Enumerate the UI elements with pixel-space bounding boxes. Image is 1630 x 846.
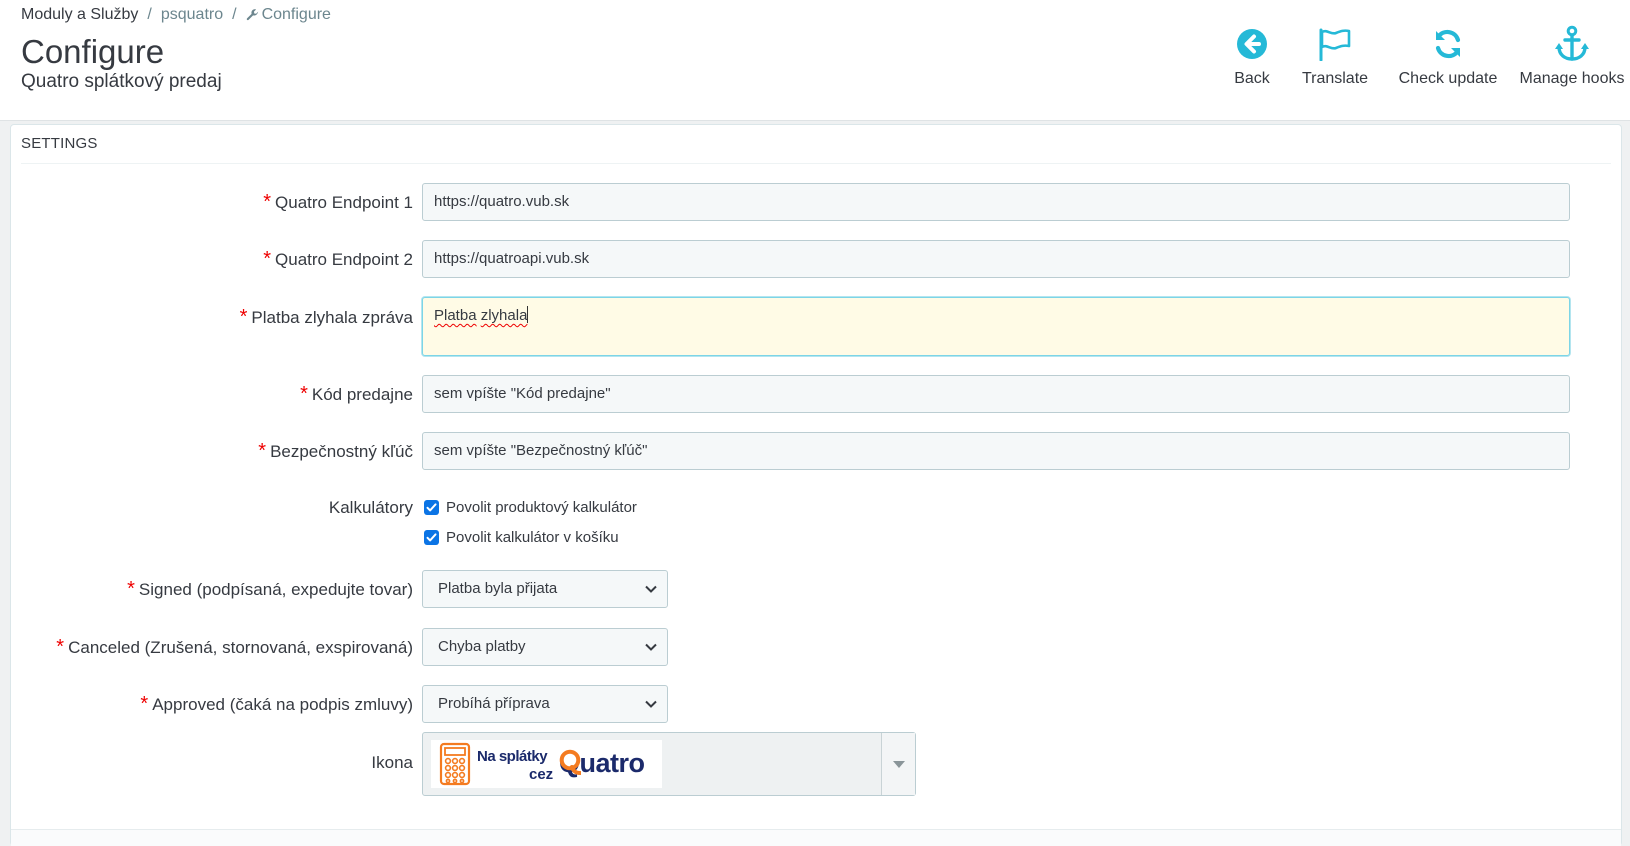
back-button[interactable]: Back — [1222, 24, 1282, 88]
breadcrumb: Moduly a Služby / psquatro / Configure — [21, 6, 331, 24]
required-mark: * — [258, 440, 267, 462]
security-key-input[interactable]: sem vpíšte "Bezpečnostný kľúč" — [422, 432, 1570, 470]
endpoint1-label: * Quatro Endpoint 1 — [263, 191, 413, 213]
flag-icon — [1319, 28, 1351, 61]
fail-message-word1: Platba — [434, 307, 477, 324]
breadcrumb-modules[interactable]: Moduly a Služby — [21, 6, 138, 23]
page-subtitle: Quatro splátkový predaj — [21, 71, 222, 92]
required-mark: * — [263, 248, 272, 270]
required-mark: * — [56, 636, 65, 658]
translate-label: Translate — [1301, 70, 1369, 87]
wrench-icon — [246, 9, 258, 21]
text-caret — [527, 306, 529, 323]
fail-message-word2: zlyhala — [480, 307, 528, 324]
fail-message-textarea[interactable]: Platba zlyhala — [422, 297, 1570, 356]
chevron-down-icon — [645, 643, 657, 651]
product-calculator-checkbox[interactable]: Povolit produktový kalkulátor — [424, 499, 637, 516]
product-calculator-label: Povolit produktový kalkulátor — [446, 499, 637, 516]
fail-message-label: * Platba zlyhala zpráva — [239, 306, 413, 328]
canceled-label: * Canceled (Zrušená, stornovaná, exspirov… — [56, 636, 413, 658]
endpoint2-input[interactable]: https://quatroapi.vub.sk — [422, 240, 1570, 278]
shop-code-input[interactable]: sem vpíšte "Kód predajne" — [422, 375, 1570, 413]
security-key-label: * Bezpečnostný kľúč — [258, 440, 413, 462]
shop-code-label: * Kód predajne — [300, 383, 413, 405]
endpoint1-input[interactable]: https://quatro.vub.sk — [422, 183, 1570, 221]
chevron-down-icon — [645, 585, 657, 593]
quatro-logo: Na splátky cez Quatro — [431, 740, 662, 788]
checkbox-checked-icon[interactable] — [424, 500, 439, 515]
icon-label: Ikona — [371, 753, 413, 772]
breadcrumb-separator: / — [147, 6, 152, 23]
signed-status-select[interactable]: Platba byla přijata — [422, 570, 668, 608]
logo-text-line1: Na splátky — [477, 748, 548, 765]
check-update-button[interactable]: Check update — [1394, 24, 1502, 88]
page-header: Moduly a Služby / psquatro / Configure Confi… — [0, 0, 1630, 121]
required-mark: * — [263, 191, 272, 213]
anchor-icon — [1555, 25, 1589, 61]
required-mark: * — [140, 693, 149, 715]
arrow-left-circle-icon — [1237, 29, 1267, 59]
refresh-icon — [1435, 29, 1461, 59]
checkbox-checked-icon[interactable] — [424, 530, 439, 545]
back-label: Back — [1234, 70, 1270, 87]
chevron-down-icon — [645, 700, 657, 708]
manage-hooks-label: Manage hooks — [1519, 70, 1625, 87]
caret-down-icon — [893, 761, 905, 768]
approved-selected-value: Probíhá příprava — [438, 695, 550, 712]
breadcrumb-psquatro[interactable]: psquatro — [161, 6, 223, 23]
breadcrumb-separator: / — [232, 6, 237, 23]
required-mark: * — [239, 306, 248, 328]
signed-selected-value: Platba byla přijata — [438, 580, 558, 597]
logo-text-line2: cez — [529, 766, 554, 783]
breadcrumb-configure-label: Configure — [261, 6, 331, 23]
cart-calculator-label: Povolit kalkulátor v košíku — [446, 529, 619, 546]
breadcrumb-current: Configure — [246, 6, 331, 23]
endpoint2-label: * Quatro Endpoint 2 — [263, 248, 413, 270]
logo-q-swoosh-icon — [559, 749, 581, 775]
manage-hooks-button[interactable]: Manage hooks — [1514, 24, 1630, 88]
approved-status-select[interactable]: Probíhá příprava — [422, 685, 668, 723]
approved-label: * Approved (čaká na podpis zmluvy) — [140, 693, 413, 715]
canceled-selected-value: Chyba platby — [438, 638, 526, 655]
calculator-icon — [439, 742, 471, 786]
canceled-status-select[interactable]: Chyba platby — [422, 628, 668, 666]
translate-button[interactable]: Translate — [1294, 24, 1376, 88]
required-mark: * — [300, 383, 308, 405]
panel-heading: SETTINGS — [21, 125, 1611, 164]
signed-label: * Signed (podpísaná, expedujte tovar) — [127, 578, 413, 600]
check-update-label: Check update — [1398, 70, 1498, 87]
required-mark: * — [127, 578, 135, 600]
icon-select[interactable]: Na splátky cez Quatro — [422, 732, 916, 796]
page-title: Configure — [21, 33, 165, 70]
calculators-label: Kalkulátory — [328, 498, 413, 517]
cart-calculator-checkbox[interactable]: Povolit kalkulátor v košíku — [424, 529, 619, 546]
icon-select-toggle[interactable] — [881, 733, 915, 795]
